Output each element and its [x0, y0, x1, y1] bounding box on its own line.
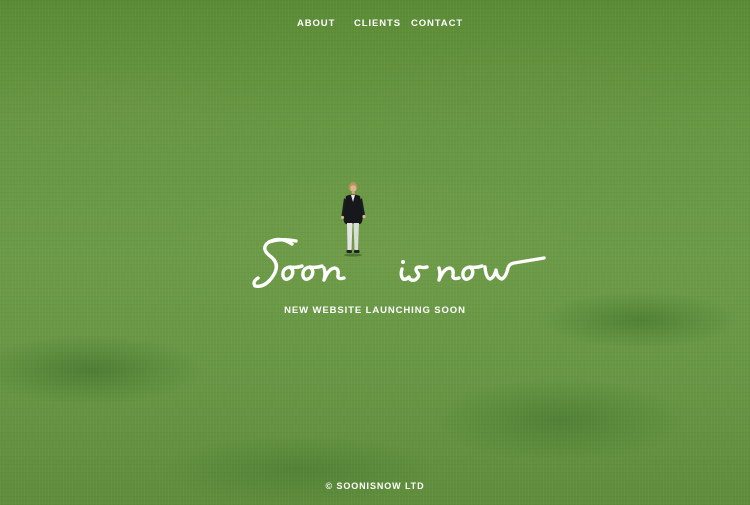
launch-tagline: NEW WEBSITE LAUNCHING SOON — [284, 305, 466, 316]
nav-link-contact[interactable]: CONTACT — [411, 17, 463, 31]
soon-is-now-script-logo — [252, 237, 546, 288]
top-nav: ABOUT CLIENTS CONTACT — [0, 17, 750, 31]
nav-link-clients[interactable]: CLIENTS — [354, 17, 401, 31]
nav-link-about[interactable]: ABOUT — [297, 17, 335, 31]
footer-copyright: © SOONISNOW LTD — [325, 481, 425, 491]
